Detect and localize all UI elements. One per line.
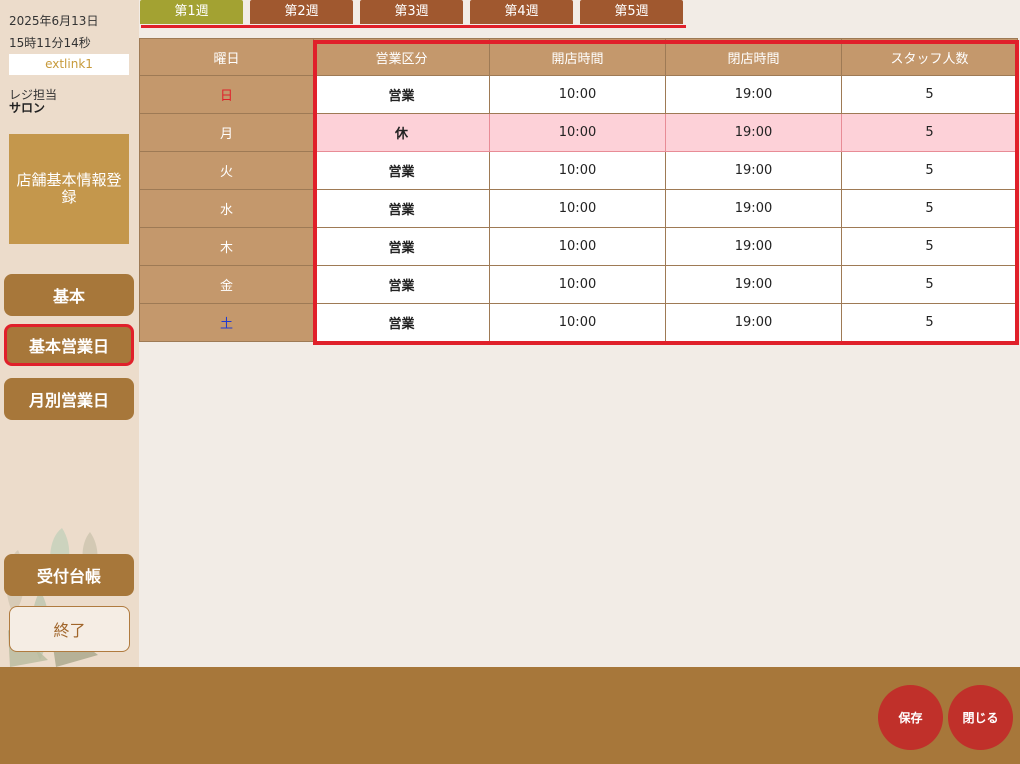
col-header-status: 営業区分 [313,38,490,76]
tab-underline [141,25,686,28]
current-date: 2025年6月13日 [9,14,99,28]
exit-button[interactable]: 終了 [9,606,130,652]
table-row: 月 休 10:00 19:00 5 [139,113,1018,152]
close-time-cell[interactable]: 19:00 [665,113,842,152]
open-time-cell[interactable]: 10:00 [489,189,666,228]
open-time-cell[interactable]: 10:00 [489,113,666,152]
status-cell[interactable]: 営業 [313,303,490,342]
nav-basic-button[interactable]: 基本 [4,274,134,316]
staff-count-cell[interactable]: 5 [841,265,1018,304]
day-cell: 月 [139,113,314,152]
reception-ledger-button[interactable]: 受付台帳 [4,554,134,596]
staff-count-cell[interactable]: 5 [841,75,1018,114]
tab-week-3[interactable]: 第3週 [360,0,463,24]
open-time-cell[interactable]: 10:00 [489,265,666,304]
sidebar: 2025年6月13日 15時11分14秒 extlink1 レジ担当 サロン 店… [0,0,139,667]
staff-count-cell[interactable]: 5 [841,303,1018,342]
table-row: 金 営業 10:00 19:00 5 [139,265,1018,304]
close-time-cell[interactable]: 19:00 [665,303,842,342]
table-row: 水 営業 10:00 19:00 5 [139,189,1018,228]
tab-week-5[interactable]: 第5週 [580,0,683,24]
staff-count-cell[interactable]: 5 [841,227,1018,266]
staff-count-cell[interactable]: 5 [841,189,1018,228]
close-time-cell[interactable]: 19:00 [665,75,842,114]
close-time-cell[interactable]: 19:00 [665,151,842,190]
col-header-day: 曜日 [139,38,314,76]
staff-name: サロン [9,101,46,115]
table-row: 木 営業 10:00 19:00 5 [139,227,1018,266]
close-button[interactable]: 閉じる [948,685,1013,750]
col-header-open-time: 開店時間 [489,38,666,76]
close-time-cell[interactable]: 19:00 [665,189,842,228]
table-header-row: 曜日 営業区分 開店時間 閉店時間 スタッフ人数 [139,38,1018,76]
table-row: 土 営業 10:00 19:00 5 [139,303,1018,342]
ext-link-field[interactable]: extlink1 [9,54,129,75]
status-cell[interactable]: 営業 [313,151,490,190]
table-row: 火 営業 10:00 19:00 5 [139,151,1018,190]
nav-monthly-business-days-button[interactable]: 月別営業日 [4,378,134,420]
open-time-cell[interactable]: 10:00 [489,227,666,266]
open-time-cell[interactable]: 10:00 [489,303,666,342]
nav-basic-business-days-button[interactable]: 基本営業日 [4,324,134,366]
table-row: 日 営業 10:00 19:00 5 [139,75,1018,114]
close-time-cell[interactable]: 19:00 [665,227,842,266]
current-time: 15時11分14秒 [9,36,91,50]
day-cell: 土 [139,303,314,342]
day-cell: 金 [139,265,314,304]
day-cell: 木 [139,227,314,266]
day-cell: 水 [139,189,314,228]
col-header-close-time: 閉店時間 [665,38,842,76]
col-header-staff-count: スタッフ人数 [841,38,1018,76]
tab-week-1[interactable]: 第1週 [140,0,243,24]
status-cell[interactable]: 休 [313,113,490,152]
staff-count-cell[interactable]: 5 [841,151,1018,190]
status-cell[interactable]: 営業 [313,227,490,266]
close-time-cell[interactable]: 19:00 [665,265,842,304]
status-cell[interactable]: 営業 [313,189,490,228]
open-time-cell[interactable]: 10:00 [489,75,666,114]
staff-count-cell[interactable]: 5 [841,113,1018,152]
business-day-table: 曜日 営業区分 開店時間 閉店時間 スタッフ人数 日 営業 10:00 19:0… [139,38,1018,342]
status-cell[interactable]: 営業 [313,265,490,304]
status-cell[interactable]: 営業 [313,75,490,114]
tab-week-2[interactable]: 第2週 [250,0,353,24]
store-info-button[interactable]: 店舗基本情報登録 [9,134,129,244]
open-time-cell[interactable]: 10:00 [489,151,666,190]
tab-week-4[interactable]: 第4週 [470,0,573,24]
footer-bar [0,667,1020,764]
day-cell: 火 [139,151,314,190]
save-button[interactable]: 保存 [878,685,943,750]
day-cell: 日 [139,75,314,114]
